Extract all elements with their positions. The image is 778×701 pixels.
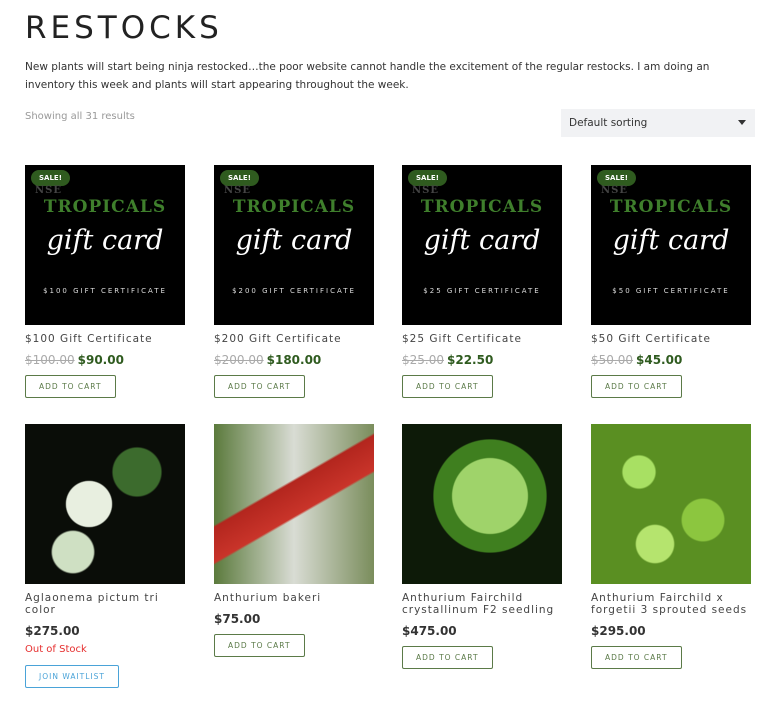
product-card: SALE! NSE TROPICALS gift card $25 GIFT CE… <box>402 165 562 398</box>
add-to-cart-button[interactable]: ADD TO CART <box>591 375 682 398</box>
page-description: New plants will start being ninja restoc… <box>25 61 710 91</box>
original-price: $200.00 <box>214 353 264 367</box>
product-title[interactable]: $25 Gift Certificate <box>402 333 562 345</box>
product-title[interactable]: $50 Gift Certificate <box>591 333 751 345</box>
sorting-value: Default sorting <box>569 117 648 129</box>
original-price: $50.00 <box>591 353 633 367</box>
product-image[interactable] <box>402 424 562 584</box>
brand-logo: NSE TROPICALS <box>412 185 544 217</box>
product-price: $475.00 <box>402 624 457 638</box>
gift-card-text: gift card <box>612 225 730 256</box>
product-card: SALE! NSE TROPICALS gift card $200 GIFT C… <box>214 165 374 398</box>
page-title: RESTOCKS <box>25 10 223 46</box>
product-price: $275.00 <box>25 624 80 638</box>
product-card: Anthurium bakeri $75.00 ADD TO CART <box>214 424 374 657</box>
gift-card-text: gift card <box>235 225 353 256</box>
product-card: Anthurium Fairchild x forgetii 3 sproute… <box>591 424 751 669</box>
product-price: $75.00 <box>214 612 261 626</box>
certificate-label: $100 GIFT CERTIFICATE <box>43 287 167 295</box>
chevron-down-icon <box>738 120 746 125</box>
add-to-cart-button[interactable]: ADD TO CART <box>214 634 305 657</box>
product-card: SALE! NSE TROPICALS gift card $50 GIFT CE… <box>591 165 751 398</box>
gift-card-text: gift card <box>423 225 541 256</box>
product-price: $295.00 <box>591 624 646 638</box>
product-price: $50.00 $45.00 <box>591 353 751 367</box>
product-price: $200.00 $180.00 <box>214 353 374 367</box>
product-title[interactable]: $100 Gift Certificate <box>25 333 185 345</box>
sale-badge: SALE! <box>408 170 447 186</box>
product-image[interactable] <box>591 424 751 584</box>
product-image[interactable] <box>214 424 374 584</box>
certificate-label: $25 GIFT CERTIFICATE <box>423 287 541 295</box>
product-image[interactable]: SALE! NSE TROPICALS gift card $200 GIFT C… <box>214 165 374 325</box>
sale-badge: SALE! <box>597 170 636 186</box>
product-title[interactable]: Anthurium Fairchild crystallinum F2 seed… <box>402 592 562 616</box>
product-card: SALE! NSE TROPICALS gift card $100 GIFT C… <box>25 165 185 398</box>
brand-logo: NSE TROPICALS <box>224 185 356 217</box>
add-to-cart-button[interactable]: ADD TO CART <box>402 375 493 398</box>
product-title[interactable]: $200 Gift Certificate <box>214 333 374 345</box>
certificate-label: $50 GIFT CERTIFICATE <box>612 287 730 295</box>
sale-price: $90.00 <box>77 353 124 367</box>
product-image[interactable]: SALE! NSE TROPICALS gift card $25 GIFT CE… <box>402 165 562 325</box>
sale-price: $22.50 <box>447 353 494 367</box>
brand-logo: NSE TROPICALS <box>601 185 733 217</box>
result-count: Showing all 31 results <box>25 111 135 122</box>
product-card: Anthurium Fairchild crystallinum F2 seed… <box>402 424 562 669</box>
sale-price: $180.00 <box>266 353 322 367</box>
product-price: $25.00 $22.50 <box>402 353 562 367</box>
stock-status: Out of Stock <box>25 644 87 655</box>
product-image[interactable]: SALE! NSE TROPICALS gift card $100 GIFT C… <box>25 165 185 325</box>
brand-logo: NSE TROPICALS <box>35 185 167 217</box>
add-to-cart-button[interactable]: ADD TO CART <box>402 646 493 669</box>
gift-card-text: gift card <box>46 225 164 256</box>
certificate-label: $200 GIFT CERTIFICATE <box>232 287 356 295</box>
join-waitlist-button[interactable]: JOIN WAITLIST <box>25 665 119 688</box>
original-price: $25.00 <box>402 353 444 367</box>
product-title[interactable]: Anthurium bakeri <box>214 592 374 604</box>
add-to-cart-button[interactable]: ADD TO CART <box>25 375 116 398</box>
original-price: $100.00 <box>25 353 75 367</box>
product-price: $100.00 $90.00 <box>25 353 185 367</box>
sale-badge: SALE! <box>220 170 259 186</box>
product-title[interactable]: Aglaonema pictum tri color <box>25 592 185 616</box>
sale-price: $45.00 <box>636 353 683 367</box>
add-to-cart-button[interactable]: ADD TO CART <box>591 646 682 669</box>
product-card: Aglaonema pictum tri color $275.00 Out of … <box>25 424 185 688</box>
sorting-select[interactable]: Default sorting <box>561 109 755 137</box>
product-image[interactable] <box>25 424 185 584</box>
add-to-cart-button[interactable]: ADD TO CART <box>214 375 305 398</box>
product-image[interactable]: SALE! NSE TROPICALS gift card $50 GIFT CE… <box>591 165 751 325</box>
product-title[interactable]: Anthurium Fairchild x forgetii 3 sproute… <box>591 592 751 616</box>
sale-badge: SALE! <box>31 170 70 186</box>
